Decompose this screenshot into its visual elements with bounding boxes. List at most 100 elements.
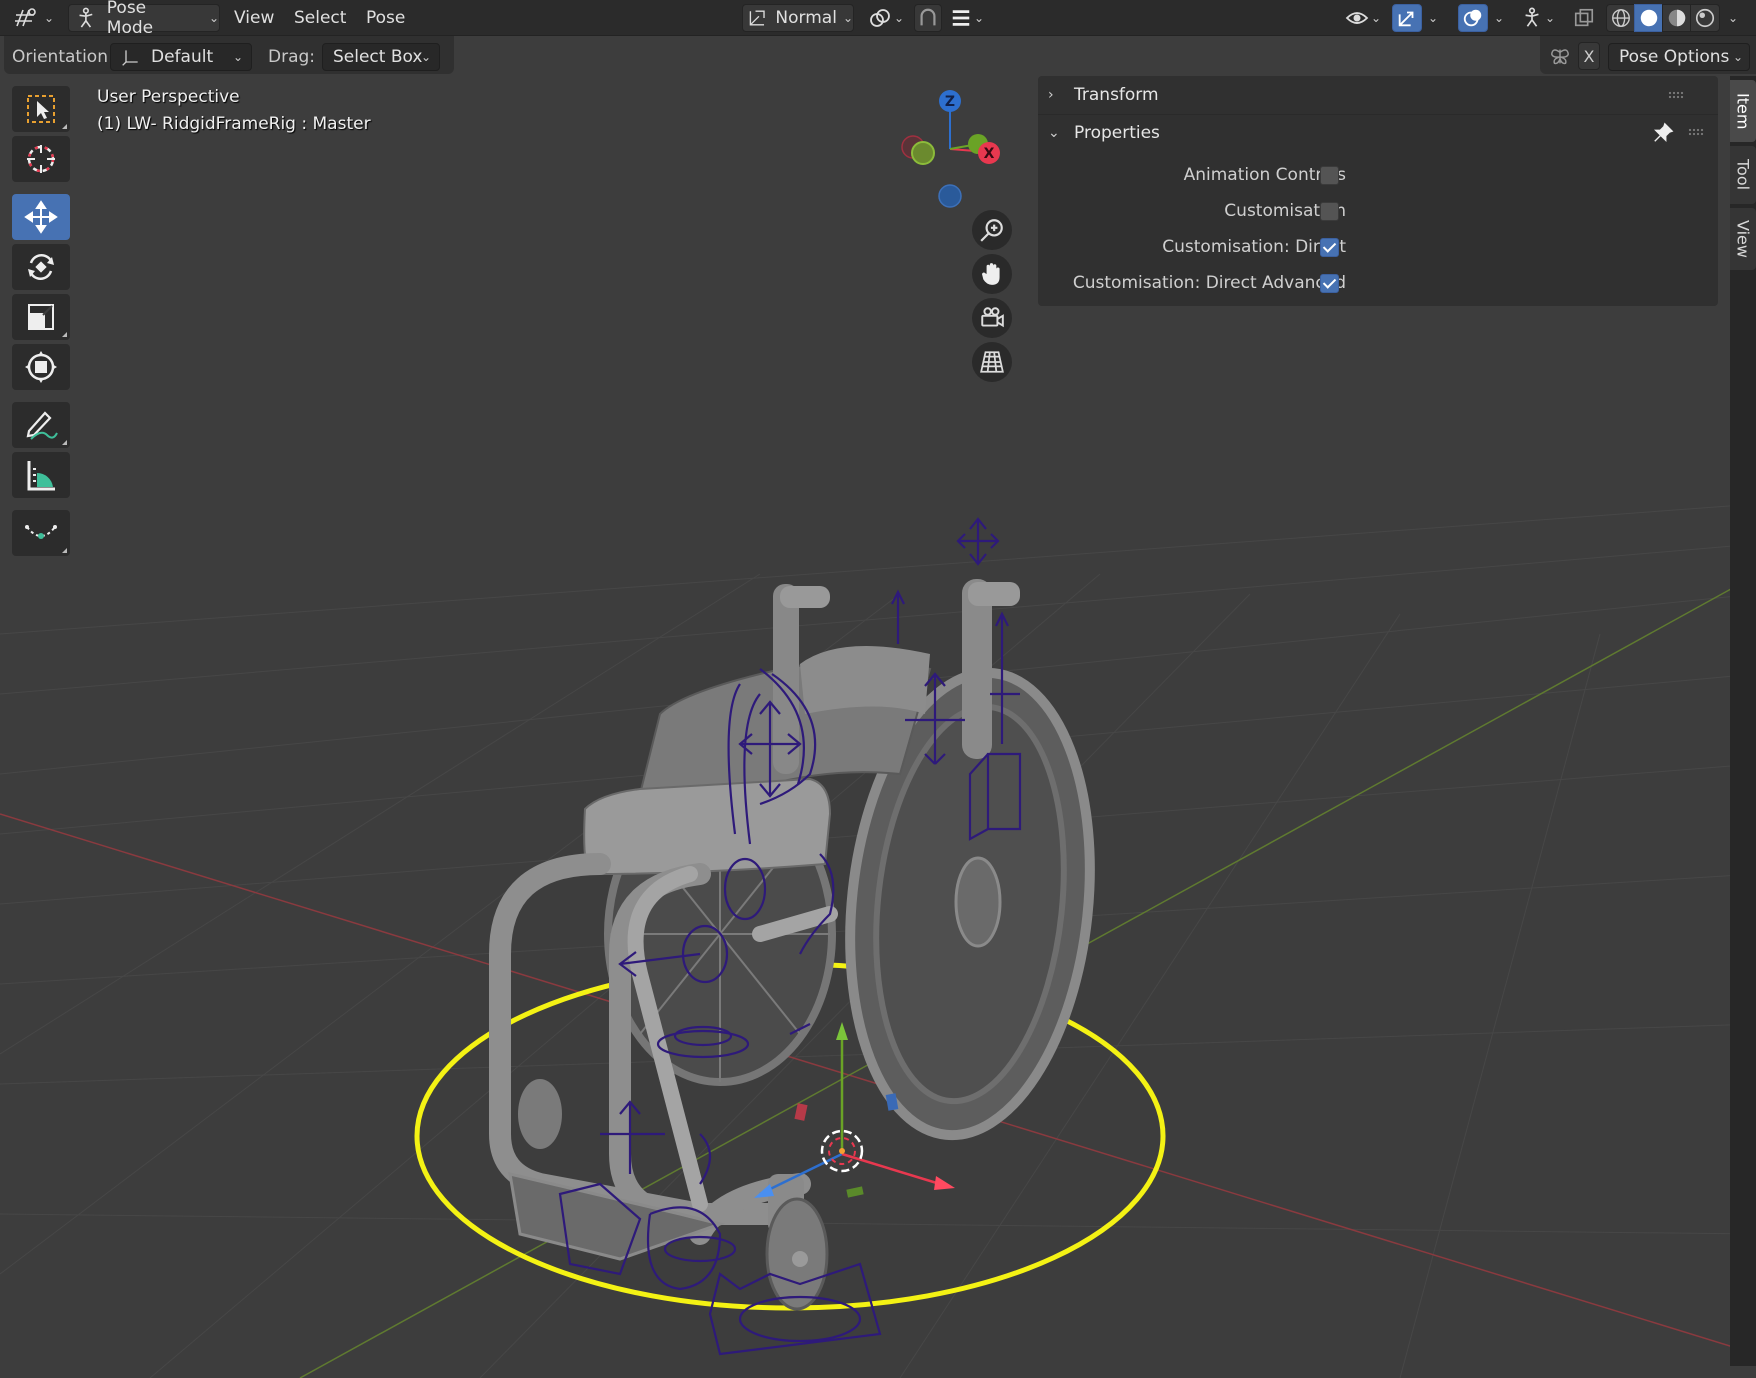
rotate-icon — [28, 254, 54, 280]
visibility-dropdown[interactable]: ⌄ — [1342, 4, 1384, 32]
tab-view[interactable]: View — [1730, 208, 1756, 270]
viewport-header: ⌄ Pose Mode ⌄ View Select Pose Normal ⌄ … — [0, 0, 1756, 38]
chevron-down-icon: ⌄ — [1493, 11, 1505, 25]
transform-orientation-dropdown[interactable]: Normal ⌄ — [742, 4, 854, 32]
drag-grip-icon[interactable] — [1688, 128, 1704, 136]
gizmo-z-label: Z — [945, 94, 955, 110]
customisation-checkbox[interactable] — [1320, 202, 1339, 221]
shading-rendered-button[interactable] — [1690, 4, 1720, 32]
pose-options-dropdown[interactable]: Pose Options ⌄ — [1608, 43, 1750, 71]
cursor-tool[interactable] — [12, 136, 70, 182]
mirror-x-toggle[interactable]: X — [1578, 42, 1600, 70]
camera-view-button[interactable] — [972, 298, 1012, 338]
orientation-label: Normal — [775, 8, 837, 28]
editor-type-icon — [14, 8, 36, 27]
snap-icon — [920, 8, 936, 26]
gizmo-neg-y — [911, 141, 935, 165]
tab-item[interactable]: Item — [1730, 80, 1756, 142]
annotate-icon — [26, 411, 58, 440]
customisation-direct-checkbox[interactable] — [1320, 238, 1339, 257]
bone-overlay-icon — [1525, 7, 1539, 27]
shading-dropdown[interactable]: ⌄ — [1724, 4, 1742, 32]
tool-options-indicator — [62, 440, 67, 445]
overlay-toggle[interactable] — [1458, 4, 1488, 32]
butterfly-mirror-icon — [1551, 49, 1569, 65]
orientation-dropdown[interactable]: Default ⌄ — [110, 43, 252, 71]
shading-solid-button[interactable] — [1634, 4, 1664, 32]
shading-material-button[interactable] — [1662, 4, 1692, 32]
properties-panel-title: Properties — [1074, 123, 1160, 143]
rotate-tool[interactable] — [12, 244, 70, 290]
properties-panel-header[interactable]: ⌄ Properties — [1048, 118, 1160, 148]
pan-button[interactable] — [972, 254, 1012, 294]
viewport-perspective-label: User Perspective — [97, 87, 240, 107]
editor-type-button[interactable]: ⌄ — [12, 4, 56, 32]
annotate-tool[interactable] — [12, 402, 70, 448]
chevron-down-icon: ⌄ — [208, 11, 219, 25]
chevron-down-icon: ⌄ — [1727, 11, 1739, 25]
drag-grip-icon[interactable] — [1668, 91, 1684, 99]
rendered-shading-icon — [1695, 8, 1715, 28]
shading-wireframe-button[interactable] — [1606, 4, 1636, 32]
gizmo-toggle[interactable] — [1392, 4, 1422, 32]
chevron-down-icon: ⌄ — [420, 50, 431, 64]
select-box-tool[interactable] — [12, 86, 70, 132]
gizmo-neg-z — [938, 184, 962, 208]
chevron-down-icon: ⌄ — [1732, 50, 1743, 64]
pin-icon — [1654, 122, 1674, 142]
menu-select[interactable]: Select — [286, 4, 354, 32]
solid-shading-icon — [1640, 9, 1658, 27]
gizmo-dropdown[interactable]: ⌄ — [1424, 4, 1442, 32]
transform-tool[interactable] — [12, 344, 70, 390]
overlay-icon — [1463, 9, 1482, 27]
zoom-button[interactable] — [972, 210, 1012, 250]
transform-icon — [25, 351, 57, 383]
pose-options-label: Pose Options — [1619, 47, 1730, 67]
tool-options-indicator — [62, 332, 67, 337]
pivot-point-button[interactable]: ⌄ — [866, 4, 906, 32]
xray-toggle[interactable] — [1570, 4, 1598, 32]
transform-panel-header[interactable]: › Transform — [1048, 80, 1159, 110]
customisation-direct-advanced-checkbox[interactable] — [1320, 274, 1339, 293]
sidebar-panel: › Transform ⌄ Properties Animation Contr… — [1038, 76, 1718, 306]
viewport-object-label: (1) LW- RidgidFrameRig : Master — [97, 114, 371, 134]
tool-options-indicator — [62, 548, 67, 553]
mode-dropdown[interactable]: Pose Mode ⌄ — [68, 0, 220, 38]
move-tool[interactable] — [12, 194, 70, 240]
tool-settings-row: Orientation: Default ⌄ Drag: Select Box … — [0, 38, 1756, 74]
chevron-down-icon: ⌄ — [893, 11, 905, 25]
mirror-icon-button[interactable] — [1546, 42, 1574, 70]
menu-view[interactable]: View — [226, 4, 282, 32]
proportional-icon — [952, 10, 970, 26]
move-icon — [24, 200, 58, 234]
pin-button[interactable] — [1652, 122, 1674, 144]
chevron-right-icon: › — [1048, 87, 1054, 103]
mode-label: Pose Mode — [106, 0, 154, 38]
orientation-label: Orientation: — [12, 47, 114, 67]
gizmo-icon — [1398, 11, 1414, 27]
chevron-down-icon: ⌄ — [43, 11, 55, 25]
tab-tool[interactable]: Tool — [1730, 146, 1756, 204]
tool-options-indicator — [62, 124, 67, 129]
pan-hand-icon — [982, 263, 1000, 285]
pivot-point-icon — [870, 9, 890, 27]
drag-label: Drag: — [268, 47, 316, 67]
relax-pose-tool[interactable] — [12, 510, 70, 556]
bone-overlay-dropdown[interactable]: ⌄ — [1516, 4, 1560, 32]
snap-toggle[interactable] — [914, 4, 942, 32]
customisation-direct-label: Customisation: Direct — [1162, 237, 1346, 257]
pose-mode-icon — [79, 7, 93, 28]
select-box-icon — [27, 95, 55, 123]
scale-tool[interactable] — [12, 294, 70, 340]
proportional-editing-button[interactable]: ⌄ — [946, 4, 988, 32]
measure-tool[interactable] — [12, 452, 70, 498]
overlay-dropdown[interactable]: ⌄ — [1490, 4, 1508, 32]
material-shading-icon — [1668, 9, 1686, 27]
scale-icon — [28, 304, 54, 330]
ortho-toggle-button[interactable] — [972, 342, 1012, 382]
chevron-down-icon: ⌄ — [1427, 11, 1439, 25]
menu-pose[interactable]: Pose — [358, 4, 413, 32]
drag-dropdown[interactable]: Select Box ⌄ — [322, 43, 440, 71]
chevron-down-icon: ⌄ — [973, 11, 985, 25]
animation-controls-checkbox[interactable] — [1320, 166, 1339, 185]
